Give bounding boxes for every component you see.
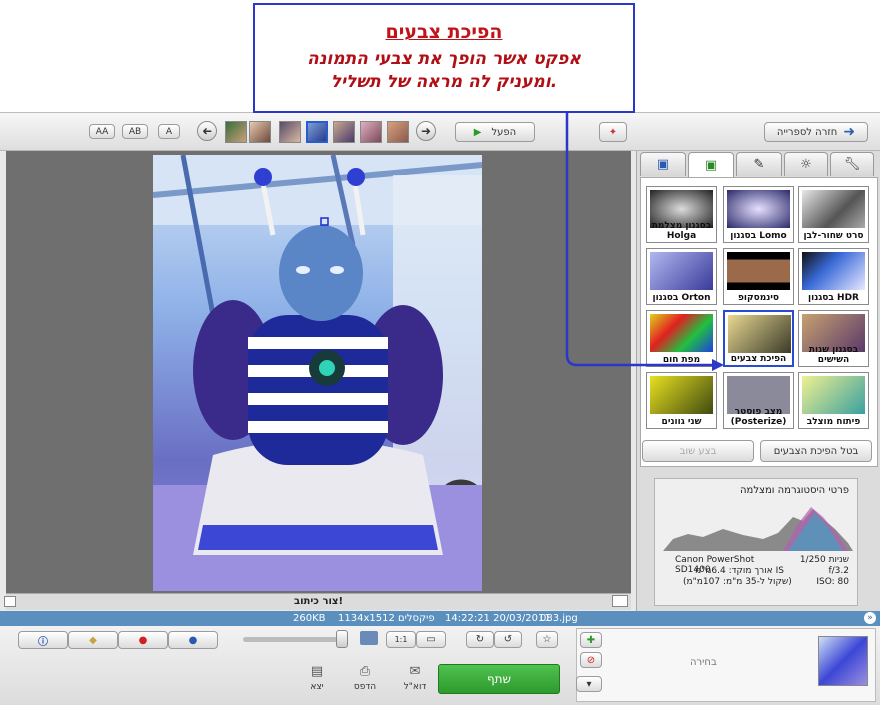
effect-tile-bw-film[interactable]: סרט שחור-לבן bbox=[798, 186, 869, 243]
dimensions: 1134x1512 פיקסלים bbox=[338, 613, 435, 624]
brush-icon: ✎ bbox=[753, 157, 765, 172]
star-button[interactable]: ☆ bbox=[536, 631, 558, 648]
delete-icon[interactable] bbox=[4, 596, 16, 607]
undo-invert-button[interactable]: בטל הפיכת הצבעים bbox=[760, 440, 872, 462]
effect-tile-cinemascope[interactable]: סינמסקופ bbox=[723, 248, 794, 305]
back-to-library-button[interactable]: חזרה לספרייה ➜ bbox=[764, 122, 868, 142]
filmstrip-thumb[interactable] bbox=[360, 121, 382, 143]
exposure-value: 1/250 שניות bbox=[799, 555, 849, 565]
focal-length: אורך מוקד: 6.4מ"מ IS bbox=[695, 566, 784, 576]
share-button[interactable]: שתף bbox=[438, 664, 560, 694]
caption-bar[interactable]: צור כיתוב! bbox=[6, 593, 631, 610]
tab-tools[interactable]: 🔧︎ bbox=[830, 152, 874, 176]
info-icon: ⓘ bbox=[38, 636, 48, 648]
play-icon: ▶ bbox=[473, 126, 482, 138]
print-icon[interactable]: ⎙ bbox=[348, 664, 382, 679]
email-label: דוא"ל bbox=[403, 682, 427, 692]
histogram-title: פרטי היסטוגרמה ומצלמה bbox=[740, 485, 849, 496]
filmstrip-thumb[interactable] bbox=[387, 121, 409, 143]
annotation-callout: הפיכת צבעים אפקט אשר הופך את צבעי התמונה… bbox=[253, 3, 635, 113]
tab-light[interactable]: ☼ bbox=[784, 152, 828, 176]
view-ab-button[interactable]: AB bbox=[122, 124, 148, 139]
rotate-right-icon: ↻ bbox=[475, 634, 485, 645]
chevron-down-icon: ▾ bbox=[586, 678, 592, 690]
zoom-slider-handle[interactable] bbox=[336, 630, 348, 648]
aperture-value: f/3.2 bbox=[828, 566, 849, 576]
print-label: הדפס bbox=[353, 682, 377, 692]
inverted-photo-image bbox=[153, 155, 482, 591]
tags-button[interactable]: ◆ bbox=[68, 631, 118, 649]
effect-tile-sixties[interactable]: בסגנון שנות השישים bbox=[798, 310, 869, 367]
rotate-left-button[interactable]: ↺ bbox=[494, 631, 522, 648]
effect-tile-invert-selected[interactable]: הפיכת צבעים bbox=[723, 310, 794, 367]
info-button[interactable]: ⓘ bbox=[18, 631, 68, 649]
caption-text: צור כיתוב! bbox=[294, 596, 343, 607]
datetime: 14:22:21 20/03/2011 bbox=[445, 613, 551, 624]
callout-title: הפיכת צבעים bbox=[385, 21, 503, 43]
effect-tile-hdr[interactable]: בסגנון HDR bbox=[798, 248, 869, 305]
photo-icon[interactable] bbox=[360, 631, 378, 645]
back-to-library-label: חזרה לספרייה bbox=[776, 126, 838, 138]
file-info-bar: 083.jpg 14:22:21 20/03/2011 1134x1512 פי… bbox=[0, 611, 880, 626]
callout-connector bbox=[565, 112, 724, 371]
wrench-icon: 🔧︎ bbox=[843, 157, 861, 172]
collapse-icon[interactable]: » bbox=[864, 612, 876, 624]
selection-label: בחירה bbox=[690, 657, 717, 668]
star-icon: ☆ bbox=[542, 634, 552, 645]
filmstrip-thumb[interactable] bbox=[225, 121, 247, 143]
pin-icon: ● bbox=[138, 634, 148, 646]
export-icon[interactable]: ▤ bbox=[300, 664, 334, 679]
filesize: 260KB bbox=[293, 613, 326, 624]
plus-icon: ✚ bbox=[586, 634, 596, 646]
export-label: יצא bbox=[310, 682, 324, 692]
sun-icon: ☼ bbox=[800, 157, 812, 172]
tab-color[interactable]: ✎ bbox=[736, 152, 782, 176]
filmstrip-thumb[interactable] bbox=[279, 121, 301, 143]
callout-line-2: ומעניק לה מראה של תשליל. bbox=[330, 72, 558, 92]
next-photo-button[interactable]: ➜ bbox=[416, 121, 436, 141]
callout-line-1: אפקט אשר הופך את צבעי התמונה bbox=[307, 49, 581, 69]
one-to-one-icon: 1:1 bbox=[394, 635, 408, 644]
location-button[interactable]: ● bbox=[118, 631, 168, 649]
play-slideshow-button[interactable]: ▶ הפעל bbox=[455, 122, 535, 142]
effect-tile-lomo[interactable]: בסגנון Lomo bbox=[723, 186, 794, 243]
arrow-right-icon: ➜ bbox=[420, 124, 432, 138]
selected-thumbnail[interactable] bbox=[818, 636, 868, 686]
redo-button[interactable]: בצע שוב bbox=[642, 440, 754, 462]
main-photo[interactable] bbox=[153, 155, 482, 591]
filmstrip-thumb-selected[interactable] bbox=[306, 121, 328, 143]
remove-icon: ⊘ bbox=[586, 654, 596, 666]
previous-photo-button[interactable]: ➜ bbox=[197, 121, 217, 141]
actual-size-button[interactable]: 1:1 bbox=[386, 631, 416, 648]
view-a-button[interactable]: A bbox=[158, 124, 180, 139]
rotate-left-icon: ↺ bbox=[503, 634, 513, 645]
effect-tile-cross-process[interactable]: פיתוח מוצלב bbox=[798, 372, 869, 429]
filmstrip-thumb[interactable] bbox=[249, 121, 271, 143]
add-to-tray-button[interactable]: ✚ bbox=[580, 632, 602, 648]
person-icon: ● bbox=[188, 634, 198, 646]
play-label: הפעל bbox=[491, 126, 517, 138]
arrow-right-icon: ➜ bbox=[843, 124, 856, 140]
fit-button[interactable]: ▭ bbox=[416, 631, 446, 648]
fit-icon: ▭ bbox=[426, 634, 436, 645]
remove-from-tray-button[interactable]: ⊘ bbox=[580, 652, 602, 668]
tag-icon: ◆ bbox=[89, 634, 97, 646]
zoom-slider[interactable] bbox=[243, 637, 343, 642]
share-label: שתף bbox=[486, 672, 512, 686]
iso-value: ISO: 80 bbox=[816, 577, 849, 587]
filmstrip-thumb[interactable] bbox=[333, 121, 355, 143]
histogram-panel: פרטי היסטוגרמה ומצלמה Canon PowerShot SD… bbox=[654, 478, 858, 606]
effect-tile-posterize[interactable]: מצב פוסטר (Posterize) bbox=[723, 372, 794, 429]
rotate-right-button[interactable]: ↻ bbox=[466, 631, 494, 648]
tray-menu-button[interactable]: ▾ bbox=[576, 676, 602, 692]
effect-tile-duotone[interactable]: שני גוונים bbox=[646, 372, 717, 429]
email-icon[interactable]: ✉ bbox=[398, 664, 432, 679]
arrow-left-icon: ➜ bbox=[201, 124, 213, 138]
comment-icon[interactable] bbox=[612, 595, 628, 607]
view-aa-button[interactable]: AA bbox=[89, 124, 115, 139]
histogram-graph bbox=[663, 507, 853, 551]
equiv-focal: (שקול ל-35 מ"מ: 107מ"מ) bbox=[683, 577, 792, 587]
people-button[interactable]: ● bbox=[168, 631, 218, 649]
